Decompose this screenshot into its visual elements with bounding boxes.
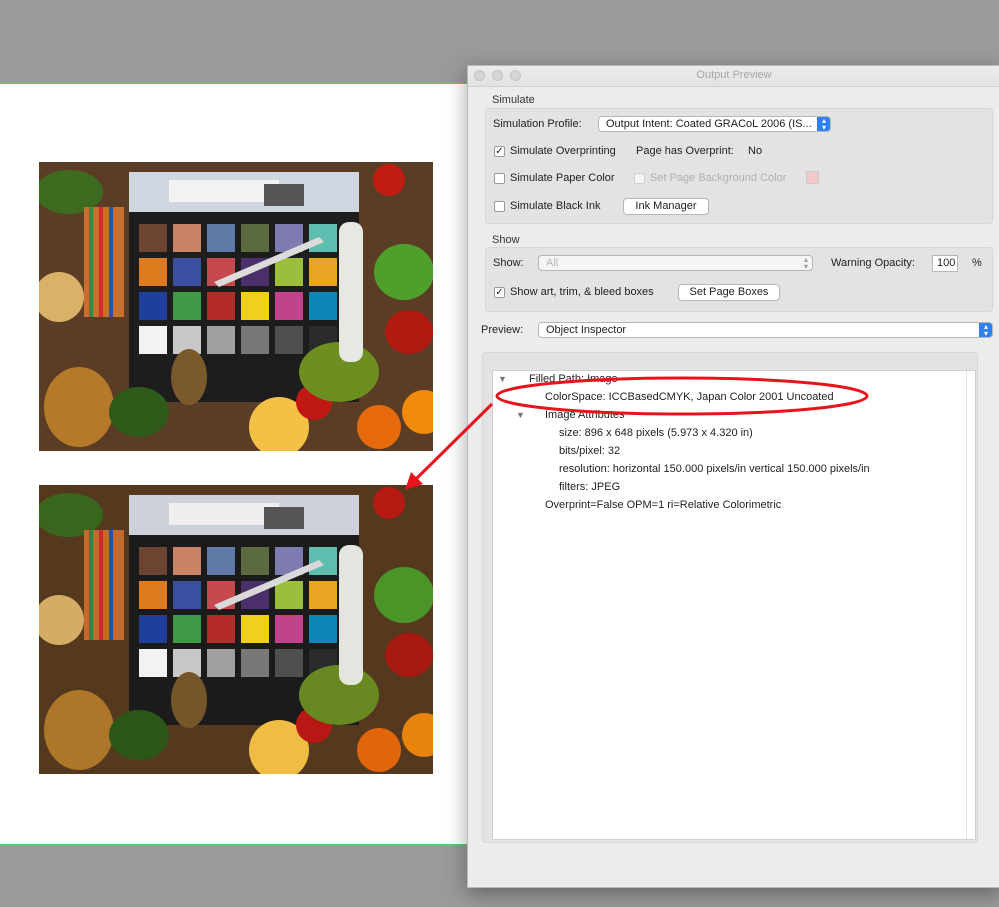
color-patch (275, 581, 303, 609)
simulate-group: Simulation Profile: Output Intent: Coate… (485, 108, 993, 224)
color-patch (139, 581, 167, 609)
tree-row-size[interactable]: size: 896 x 648 pixels (5.973 x 4.320 in… (559, 427, 753, 439)
show-select[interactable]: All ▴ ▾ (538, 255, 813, 271)
show-label: Show: (493, 257, 524, 269)
color-patch (139, 615, 167, 643)
simulation-profile-label: Simulation Profile: (493, 118, 582, 130)
color-patch (275, 649, 303, 677)
color-patch (207, 649, 235, 677)
color-patch (241, 615, 269, 643)
color-patch (207, 326, 235, 354)
color-patch (241, 224, 269, 252)
ink-manager-button[interactable]: Ink Manager (623, 198, 709, 215)
tree-column-divider (966, 371, 967, 839)
color-patch (309, 615, 337, 643)
title-bar[interactable]: Output Preview (468, 66, 999, 87)
color-patch (275, 615, 303, 643)
simulation-profile-value: Output Intent: Coated GRACoL 2006 (IS... (606, 118, 812, 130)
color-patch (207, 292, 235, 320)
set-page-background-checkbox[interactable] (634, 173, 645, 184)
color-patch (241, 649, 269, 677)
show-select-value: All (546, 257, 559, 269)
warning-opacity-label: Warning Opacity: (831, 257, 915, 269)
color-patch (309, 547, 337, 575)
tree-row-image-attributes[interactable]: Image Attributes (545, 409, 625, 421)
preview-select-value: Object Inspector (546, 324, 627, 336)
color-patch (275, 326, 303, 354)
color-patch (173, 224, 201, 252)
color-patch (309, 224, 337, 252)
disclosure-triangle-icon[interactable]: ▼ (498, 374, 507, 384)
color-patch (139, 258, 167, 286)
object-inspector-tree[interactable]: ▼ Filled Path: Image ColorSpace: ICCBase… (492, 370, 976, 840)
color-patch (275, 258, 303, 286)
simulate-paper-color-label: Simulate Paper Color (510, 172, 615, 184)
simulate-paper-color-checkbox[interactable] (494, 173, 505, 184)
color-patch (173, 292, 201, 320)
show-group: Show: All ▴ ▾ Warning Opacity: 100 % ✓ Sh… (485, 247, 993, 312)
show-boxes-label: Show art, trim, & bleed boxes (510, 286, 654, 298)
checker-photo-converted (39, 485, 433, 774)
output-preview-window: Output Preview Simulate Simulation Profi… (467, 65, 999, 888)
color-patch (241, 547, 269, 575)
photo-graphic (39, 485, 433, 774)
set-page-boxes-button[interactable]: Set Page Boxes (678, 284, 780, 301)
color-patch (173, 258, 201, 286)
simulate-overprinting-checkbox[interactable]: ✓ (494, 146, 505, 157)
page-background-color-swatch[interactable] (806, 171, 819, 184)
tree-row-filters[interactable]: filters: JPEG (559, 481, 620, 493)
page-overprint-label: Page has Overprint: (636, 145, 734, 157)
simulation-profile-select[interactable]: Output Intent: Coated GRACoL 2006 (IS...… (598, 116, 831, 132)
color-patch (139, 649, 167, 677)
color-patch (309, 292, 337, 320)
color-patch (207, 615, 235, 643)
warning-opacity-input[interactable]: 100 (932, 255, 958, 272)
color-patch (275, 292, 303, 320)
color-patch (139, 292, 167, 320)
chevron-updown-icon: ▴ ▾ (803, 255, 808, 271)
color-patch (173, 615, 201, 643)
color-patch (139, 326, 167, 354)
document-page (0, 83, 520, 845)
chevron-updown-icon: ▴ ▾ (817, 117, 830, 131)
page-overprint-value: No (748, 145, 763, 157)
tree-row-filled-path[interactable]: Filled Path: Image (529, 373, 618, 385)
percent-label: % (972, 257, 982, 269)
color-patch (173, 581, 201, 609)
color-patch (207, 547, 235, 575)
disclosure-triangle-icon[interactable]: ▼ (516, 410, 525, 420)
color-patch (241, 292, 269, 320)
window-title: Output Preview (696, 69, 772, 81)
preview-label: Preview: (481, 324, 524, 336)
show-group-label: Show (492, 234, 520, 246)
color-patch (241, 326, 269, 354)
simulate-black-ink-checkbox[interactable] (494, 201, 505, 212)
show-boxes-checkbox[interactable]: ✓ (494, 287, 505, 298)
tree-row-bits[interactable]: bits/pixel: 32 (559, 445, 620, 457)
tree-row-resolution[interactable]: resolution: horizontal 150.000 pixels/in… (559, 463, 870, 475)
color-patch (207, 224, 235, 252)
tree-row-colorspace[interactable]: ColorSpace: ICCBasedCMYK, Japan Color 20… (545, 391, 834, 403)
simulate-overprinting-label: Simulate Overprinting (510, 145, 616, 157)
photo-graphic (39, 162, 433, 451)
set-page-background-label: Set Page Background Color (650, 172, 787, 184)
color-patch (139, 547, 167, 575)
checker-photo-original (39, 162, 433, 451)
simulate-group-label: Simulate (492, 94, 535, 106)
color-patch (309, 581, 337, 609)
simulate-black-ink-label: Simulate Black Ink (510, 200, 601, 212)
color-patch (173, 547, 201, 575)
chevron-updown-icon: ▴ ▾ (979, 323, 992, 337)
object-inspector-panel: ▼ Filled Path: Image ColorSpace: ICCBase… (482, 352, 978, 843)
tree-row-overprint[interactable]: Overprint=False OPM=1 ri=Relative Colori… (545, 499, 781, 511)
color-patch (139, 224, 167, 252)
color-patch (309, 258, 337, 286)
preview-select[interactable]: Object Inspector ▴ ▾ (538, 322, 993, 338)
